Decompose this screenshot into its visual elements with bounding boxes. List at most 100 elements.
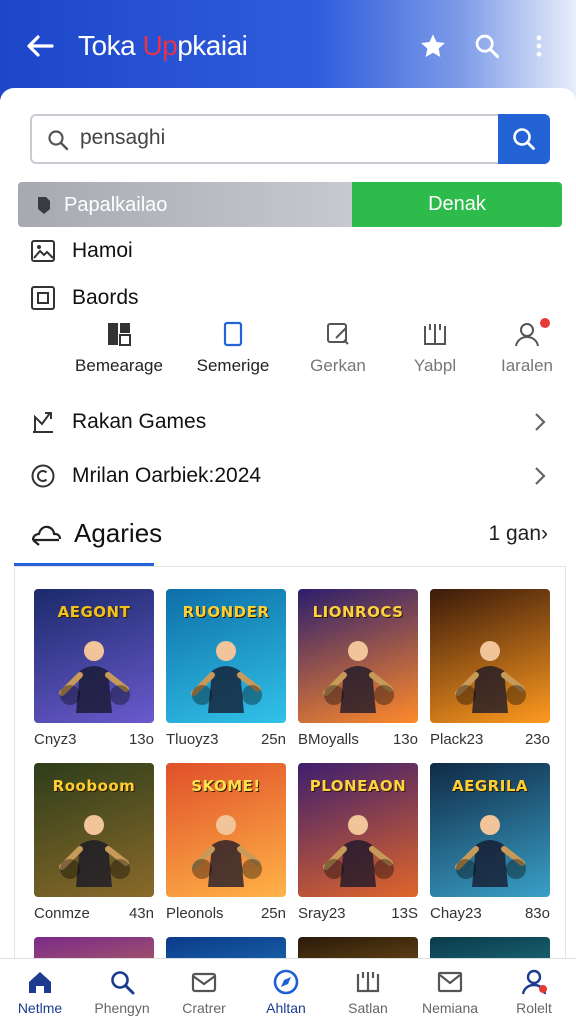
game-name: Plack23 bbox=[430, 731, 484, 748]
game-meta: Plack23 23o bbox=[430, 731, 550, 755]
game-logo: AEGONT bbox=[57, 603, 131, 621]
tablet-icon bbox=[223, 321, 243, 347]
favorite-button[interactable] bbox=[418, 32, 448, 62]
edit-icon bbox=[327, 323, 349, 345]
game-meta: Conmze 43n bbox=[34, 905, 154, 929]
game-thumbnail: AEGRILA bbox=[430, 763, 550, 897]
book-icon bbox=[356, 972, 380, 993]
games-grid: AEGONT Cnyz3 13o RUONDER Tluoyz3 25n LIONROCS B… bbox=[14, 566, 566, 966]
filter-left-label: Papalkailao bbox=[64, 194, 168, 216]
game-thumbnail bbox=[430, 589, 550, 723]
row-label: Hamoi bbox=[72, 239, 133, 262]
category-item[interactable]: Semerige bbox=[178, 320, 288, 376]
game-thumbnail: AEGONT bbox=[34, 589, 154, 723]
game-meta: Tluoyz3 25n bbox=[166, 731, 286, 755]
game-meta: Cnyz3 13o bbox=[34, 731, 154, 755]
nav-item[interactable]: Satlan bbox=[332, 967, 404, 1016]
see-more-link[interactable]: 1 gan› bbox=[488, 522, 548, 546]
page-title: Toka Uppkaiai bbox=[78, 30, 248, 62]
nav-label: Rolelt bbox=[516, 1000, 552, 1016]
arrow-left-icon bbox=[27, 35, 54, 57]
character-art bbox=[455, 815, 526, 887]
search-input[interactable] bbox=[80, 126, 480, 150]
character-art bbox=[59, 641, 130, 713]
game-card[interactable]: Rooboom Conmze 43n bbox=[34, 763, 154, 929]
app-bar: Toka Uppkaiai bbox=[0, 0, 576, 100]
title-accent: Up bbox=[142, 30, 178, 61]
game-thumbnail: Rooboom bbox=[34, 763, 154, 897]
game-thumbnail: PLONEAON bbox=[298, 763, 418, 897]
game-meta: Pleonols 25n bbox=[166, 905, 286, 929]
game-meta: Sray23 13S bbox=[298, 905, 418, 929]
person-icon bbox=[515, 323, 539, 347]
game-card[interactable]: SKOME! Pleonols 25n bbox=[166, 763, 286, 929]
more-vert-icon bbox=[536, 35, 542, 57]
game-count: 83o bbox=[524, 905, 550, 922]
search-submit-button[interactable] bbox=[498, 114, 550, 164]
game-name: Chay23 bbox=[430, 905, 482, 922]
copyright-icon bbox=[31, 464, 55, 488]
game-logo: SKOME! bbox=[191, 777, 261, 795]
nav-item[interactable]: Cratrer bbox=[168, 967, 240, 1016]
person-icon bbox=[521, 969, 547, 995]
search-button[interactable] bbox=[472, 32, 502, 62]
star-icon bbox=[421, 34, 445, 57]
game-count: 23o bbox=[524, 731, 550, 748]
row-label: Baords bbox=[72, 286, 139, 309]
nav-label: Satlan bbox=[348, 1000, 388, 1016]
character-art bbox=[191, 815, 262, 887]
category-label: Bemearage bbox=[75, 356, 163, 375]
grid-icon bbox=[108, 323, 131, 346]
notification-dot bbox=[540, 318, 550, 328]
search-bar bbox=[30, 114, 550, 164]
game-card[interactable]: LIONROCS BMoyalls 13o bbox=[298, 589, 418, 755]
section-header: Agaries 1 gan› bbox=[14, 514, 562, 566]
game-meta: Chay23 83o bbox=[430, 905, 550, 929]
nav-item[interactable]: Phengyn bbox=[86, 967, 158, 1016]
compass-icon bbox=[273, 969, 299, 995]
book-icon bbox=[424, 324, 446, 345]
category-bar: Bemearage Semerige Gerkan Yabpl Iaralen bbox=[0, 318, 576, 380]
nav-item[interactable]: Rolelt bbox=[498, 967, 570, 1016]
game-thumbnail: SKOME! bbox=[166, 763, 286, 897]
game-card[interactable]: Plack23 23o bbox=[430, 589, 550, 755]
game-card[interactable]: AEGRILA Chay23 83o bbox=[430, 763, 550, 929]
filter-option-right[interactable]: Denak bbox=[352, 182, 562, 227]
category-item[interactable]: Iaralen bbox=[472, 318, 576, 376]
game-count: 43n bbox=[128, 905, 154, 922]
bottom-nav: Netlme Phengyn Cratrer Ahltan Satlan Nemiana R… bbox=[0, 958, 576, 1024]
menu-row-mrilan[interactable]: Mrilan Oarbiek:2024 bbox=[30, 461, 550, 491]
game-logo: AEGRILA bbox=[452, 777, 528, 795]
nav-item[interactable]: Ahltan bbox=[250, 967, 322, 1016]
game-count: 25n bbox=[260, 905, 286, 922]
category-label: Gerkan bbox=[310, 356, 366, 375]
category-label: Semerige bbox=[196, 356, 270, 375]
menu-row-games[interactable]: Rakan Games bbox=[30, 407, 550, 437]
category-item[interactable]: Bemearage bbox=[64, 320, 174, 376]
row-label: Rakan Games bbox=[72, 410, 207, 433]
game-name: Pleonols bbox=[166, 905, 224, 922]
game-card[interactable]: PLONEAON Sray23 13S bbox=[298, 763, 418, 929]
game-card[interactable]: AEGONT Cnyz3 13o bbox=[34, 589, 154, 755]
search-icon bbox=[111, 971, 135, 995]
nav-label: Cratrer bbox=[182, 1000, 226, 1016]
category-item[interactable]: Gerkan bbox=[283, 320, 393, 376]
character-art bbox=[191, 641, 262, 713]
game-logo: LIONROCS bbox=[312, 603, 404, 621]
nav-item[interactable]: Netlme bbox=[4, 967, 76, 1016]
more-button[interactable] bbox=[524, 32, 554, 62]
search-icon bbox=[513, 128, 535, 150]
character-art bbox=[455, 641, 526, 713]
filter-option-left[interactable]: Papalkailao bbox=[18, 182, 352, 227]
nav-item[interactable]: Nemiana bbox=[414, 967, 486, 1016]
inbox-icon bbox=[437, 971, 463, 993]
mail-icon bbox=[191, 972, 217, 993]
category-label: Iaralen bbox=[501, 356, 553, 375]
back-button[interactable] bbox=[24, 30, 58, 64]
game-card[interactable]: RUONDER Tluoyz3 25n bbox=[166, 589, 286, 755]
game-name: Tluoyz3 bbox=[166, 731, 219, 748]
game-meta: BMoyalls 13o bbox=[298, 731, 418, 755]
game-name: Sray23 bbox=[298, 905, 346, 922]
game-thumbnail: RUONDER bbox=[166, 589, 286, 723]
game-count: 13o bbox=[128, 731, 154, 748]
